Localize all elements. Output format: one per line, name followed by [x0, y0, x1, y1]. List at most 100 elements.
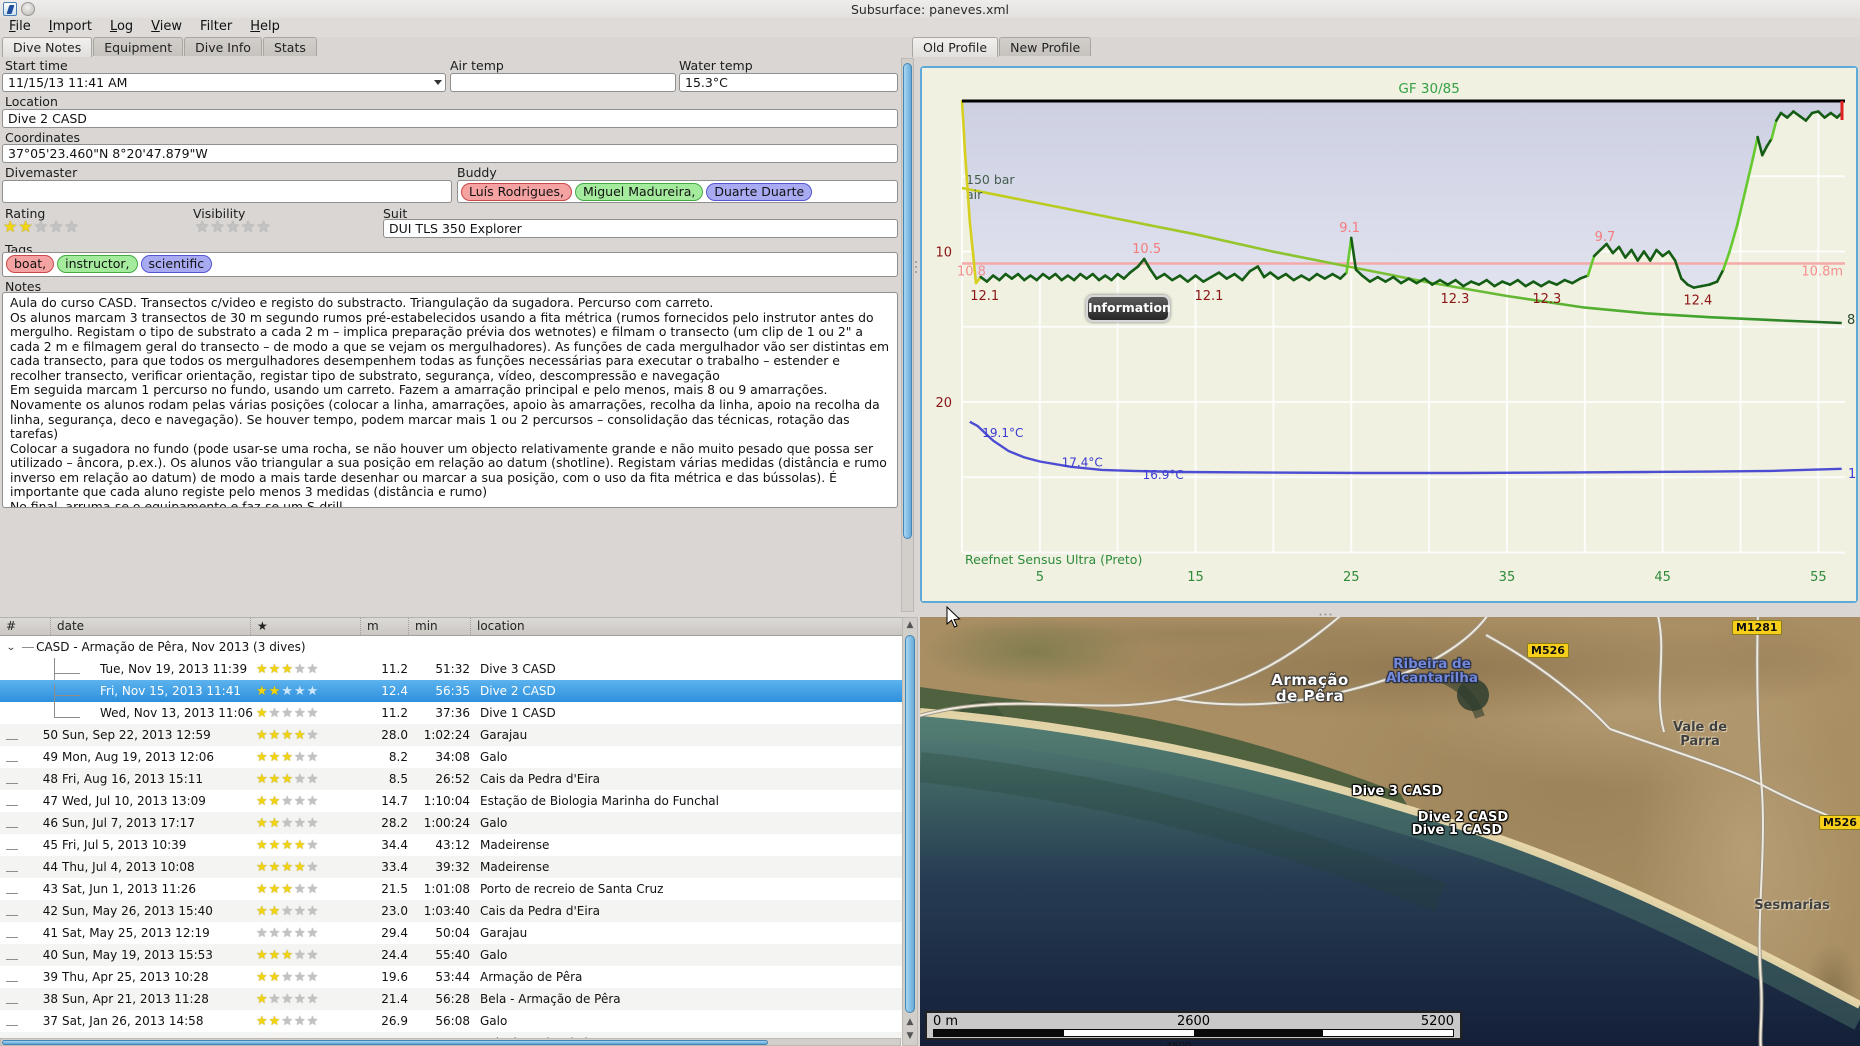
- cell-date: Thu, Apr 25, 2013 10:28: [62, 970, 209, 984]
- svg-text:80: 80: [1847, 313, 1856, 328]
- star-icon: ★: [256, 705, 269, 721]
- tab-dive-info[interactable]: Dive Info: [184, 37, 262, 56]
- dive-list-hscrollbar[interactable]: [0, 1038, 901, 1046]
- chevron-down-icon[interactable]: [434, 80, 442, 85]
- tag-chip[interactable]: scientific: [140, 255, 213, 273]
- tab-old-profile[interactable]: Old Profile: [912, 37, 999, 57]
- pane-splitter-grip[interactable]: [915, 258, 918, 276]
- water-temp-field[interactable]: [679, 73, 898, 92]
- dive-list-scrollbar-handle[interactable]: [905, 635, 915, 1013]
- start-time-combo[interactable]: [2, 73, 446, 92]
- cell-location: Garajau: [480, 728, 528, 742]
- star-icon: ★: [293, 1013, 307, 1029]
- cell-dive-number: 49: [0, 750, 58, 764]
- cell-date: Mon, Aug 19, 2013 12:06: [62, 750, 215, 764]
- star-icon: ★: [268, 771, 282, 787]
- cell-location: Bela - Armação de Pêra: [480, 992, 621, 1006]
- visibility-stars[interactable]: ★★★★★: [195, 217, 272, 236]
- suit-field[interactable]: [383, 219, 898, 238]
- dive-row[interactable]: 48 Fri, Aug 16, 2013 15:11 ★★★★★ 8.5 26:52 Ca…: [0, 768, 902, 790]
- column-header-5[interactable]: location: [470, 618, 900, 635]
- notes-scrollbar-handle[interactable]: [903, 63, 912, 539]
- map-view[interactable]: Armação de Pêra Ribeira de Alcantarilha Di…: [920, 617, 1860, 1046]
- dive-row[interactable]: 42 Sun, May 26, 2013 15:40 ★★★★★ 23.0 1:03:4…: [0, 900, 902, 922]
- star-icon: ★: [281, 815, 294, 831]
- tab-dive-notes[interactable]: Dive Notes: [2, 37, 93, 57]
- cell-location: Estação de Biologia Marinha do Funchal: [480, 794, 719, 808]
- dive-row[interactable]: 44 Thu, Jul 4, 2013 10:08 ★★★★★ 33.4 39:32 Ma…: [0, 856, 902, 878]
- tag-chip[interactable]: boat,: [6, 255, 55, 273]
- notes-field[interactable]: Aula do curso CASD. Transectos c/video e…: [2, 292, 898, 508]
- buddy-chip[interactable]: Miguel Madureira,: [574, 183, 704, 201]
- svg-text:10.5: 10.5: [1132, 242, 1161, 257]
- menu-help[interactable]: Help: [241, 18, 289, 36]
- star-icon: ★: [281, 925, 294, 941]
- rating-stars[interactable]: ★★★★★: [3, 217, 80, 236]
- dive-row[interactable]: 39 Thu, Apr 25, 2013 10:28 ★★★★★ 19.6 53:44 A…: [0, 966, 902, 988]
- scroll-up-icon[interactable]: ▲: [903, 1017, 917, 1027]
- dive-row[interactable]: 41 Sat, May 25, 2013 12:19 ★★★★★ 29.4 50:04 G…: [0, 922, 902, 944]
- dive-row[interactable]: 40 Sun, May 19, 2013 15:53 ★★★★★ 24.4 55:40 G…: [0, 944, 902, 966]
- location-field[interactable]: [2, 109, 898, 128]
- svg-text:150 bar: 150 bar: [966, 172, 1015, 187]
- dive-row[interactable]: 46 Sun, Jul 7, 2013 17:17 ★★★★★ 28.2 1:00:24…: [0, 812, 902, 834]
- tab-stats[interactable]: Stats: [262, 37, 317, 56]
- star-icon: ★: [281, 991, 294, 1007]
- star-icon: ★: [49, 217, 65, 236]
- information-tooltip[interactable]: Information: [1086, 295, 1171, 322]
- air-temp-field[interactable]: [450, 73, 676, 92]
- dive-group-row[interactable]: ⌄ CASD - Armação de Pêra, Nov 2013 (3 div…: [0, 636, 902, 658]
- dive-row[interactable]: Fri, Nov 15, 2013 11:41 ★★★★★ 12.4 56:35 Div…: [0, 680, 902, 706]
- dive-row[interactable]: 38 Sun, Apr 21, 2013 11:28 ★★★★★ 21.4 56:28 B…: [0, 988, 902, 1010]
- profile-tab-bar: Old Profile New Profile: [912, 37, 1092, 57]
- tree-line: [54, 706, 55, 717]
- dive-row[interactable]: 45 Fri, Jul 5, 2013 10:39 ★★★★★ 34.4 43:12 Ma…: [0, 834, 902, 856]
- tree-line: [54, 658, 55, 680]
- divemaster-field[interactable]: [2, 180, 452, 203]
- dive-list-scrollbar[interactable]: ▲ ▲ ▼: [902, 617, 918, 1046]
- column-header-1[interactable]: date: [50, 618, 250, 635]
- dive-row[interactable]: 50 Sun, Sep 22, 2013 12:59 ★★★★★ 28.0 1:02:2…: [0, 724, 902, 746]
- buddy-chip[interactable]: Luís Rodrigues,: [461, 183, 572, 201]
- menu-import[interactable]: Import: [40, 18, 101, 36]
- scroll-down-icon[interactable]: ▼: [903, 1031, 917, 1041]
- collapse-arrow-icon[interactable]: ⌄: [6, 641, 16, 652]
- dive-row[interactable]: 43 Sat, Jun 1, 2013 11:26 ★★★★★ 21.5 1:01:08…: [0, 878, 902, 900]
- tag-chip[interactable]: instructor,: [57, 255, 138, 273]
- tab-equipment[interactable]: Equipment: [93, 37, 184, 56]
- dive-list-hscrollbar-handle[interactable]: [2, 1040, 768, 1045]
- dive-row[interactable]: Tue, Nov 19, 2013 11:39 ★★★★★ 11.2 51:32 Div…: [0, 658, 902, 680]
- buddy-field[interactable]: Luís Rodrigues, Miguel Madureira, Duarte D…: [457, 180, 898, 203]
- dive-row[interactable]: Wed, Nov 13, 2013 11:06 ★★★★★ 11.2 37:36 Div…: [0, 702, 902, 724]
- column-header-4[interactable]: min: [408, 618, 470, 635]
- star-icon: ★: [256, 727, 269, 743]
- dive-row[interactable]: 37 Sat, Jan 26, 2013 14:58 ★★★★★ 26.9 56:08 G…: [0, 1010, 902, 1032]
- buddy-chip[interactable]: Duarte Duarte: [706, 183, 813, 201]
- menu-file[interactable]: File: [0, 18, 40, 36]
- dive-row[interactable]: 47 Wed, Jul 10, 2013 13:09 ★★★★★ 14.7 1:10:0…: [0, 790, 902, 812]
- menu-view[interactable]: View: [142, 18, 191, 36]
- cell-date: Sun, May 26, 2013 15:40: [62, 904, 213, 918]
- star-icon: ★: [293, 947, 307, 963]
- star-icon: ★: [256, 1013, 269, 1029]
- star-icon: ★: [306, 1013, 320, 1029]
- menu-filter[interactable]: Filter: [191, 18, 241, 36]
- star-icon: ★: [225, 217, 242, 236]
- title-bar[interactable]: Subsurface: paneves.xml: [0, 0, 1860, 18]
- tab-new-profile[interactable]: New Profile: [999, 37, 1092, 56]
- column-header-0[interactable]: #: [0, 618, 50, 635]
- coordinates-field[interactable]: [2, 144, 898, 163]
- star-icon: ★: [293, 683, 307, 699]
- column-header-2[interactable]: ★: [250, 618, 360, 635]
- notes-scrollbar[interactable]: [901, 58, 914, 612]
- cell-depth: 34.4: [381, 838, 408, 852]
- location-label: Location: [5, 94, 58, 109]
- cell-date: Sun, Apr 21, 2013 11:28: [62, 992, 209, 1006]
- dive-row[interactable]: 49 Mon, Aug 19, 2013 12:06 ★★★★★ 8.2 34:08 Ga…: [0, 746, 902, 768]
- menu-log[interactable]: Log: [101, 18, 142, 36]
- scroll-up-icon[interactable]: ▲: [903, 620, 917, 630]
- tags-field[interactable]: boat, instructor, scientific: [2, 252, 898, 277]
- star-icon: ★: [293, 969, 307, 985]
- column-header-3[interactable]: m: [360, 618, 408, 635]
- cell-date: Tue, Nov 19, 2013 11:39: [54, 658, 250, 680]
